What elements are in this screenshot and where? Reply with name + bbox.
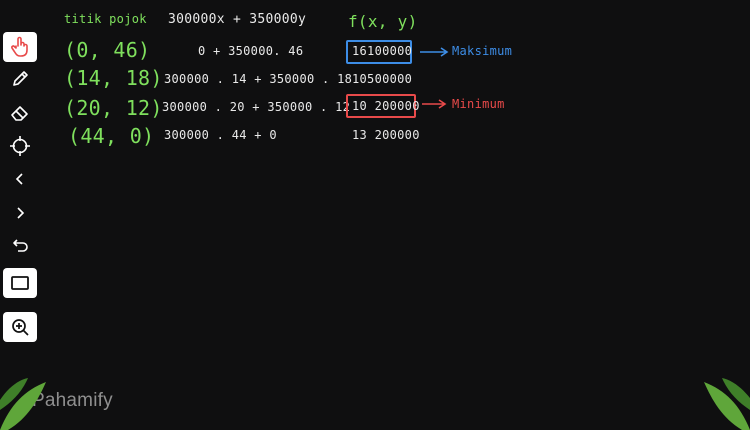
pencil-icon[interactable]: [3, 64, 37, 94]
leaf-decoration-left: [0, 378, 46, 430]
expression-row: 0 + 350000. 46: [198, 44, 304, 58]
undo-icon[interactable]: [3, 231, 37, 261]
chevron-right-icon[interactable]: [3, 198, 37, 228]
min-arrow-icon: [422, 99, 447, 109]
leaf-decoration-right: [704, 378, 750, 430]
max-label: Maksimum: [452, 44, 513, 58]
corner-point-row: (14, 18): [64, 66, 163, 90]
col1-header: titik pojok: [64, 12, 147, 26]
corner-point-row: (0, 46): [64, 38, 151, 62]
col2-header: 300000x + 350000y: [168, 12, 307, 27]
max-arrow-icon: [420, 47, 449, 57]
corner-point-row: (20, 12): [64, 96, 163, 120]
min-label: Minimum: [452, 97, 505, 111]
crosshair-icon[interactable]: [3, 131, 37, 161]
zoom-in-icon[interactable]: [3, 312, 37, 342]
value-row: 16100000: [352, 44, 413, 58]
chevron-left-icon[interactable]: [3, 164, 37, 194]
eraser-icon[interactable]: [3, 98, 37, 128]
hand-pointer-icon[interactable]: [3, 32, 37, 62]
value-row: 10500000: [352, 72, 413, 86]
expression-row: 300000 . 44 + 0: [164, 128, 277, 142]
expression-row: 300000 . 14 + 350000 . 18: [164, 72, 353, 86]
value-row: 13 200000: [352, 128, 420, 142]
value-row: 10 200000: [352, 99, 420, 113]
expression-row: 300000 . 20 + 350000 . 12: [162, 100, 351, 114]
rectangle-icon[interactable]: [3, 268, 37, 298]
col3-header: f(x, y): [348, 12, 418, 31]
corner-point-row: (44, 0): [68, 124, 155, 148]
